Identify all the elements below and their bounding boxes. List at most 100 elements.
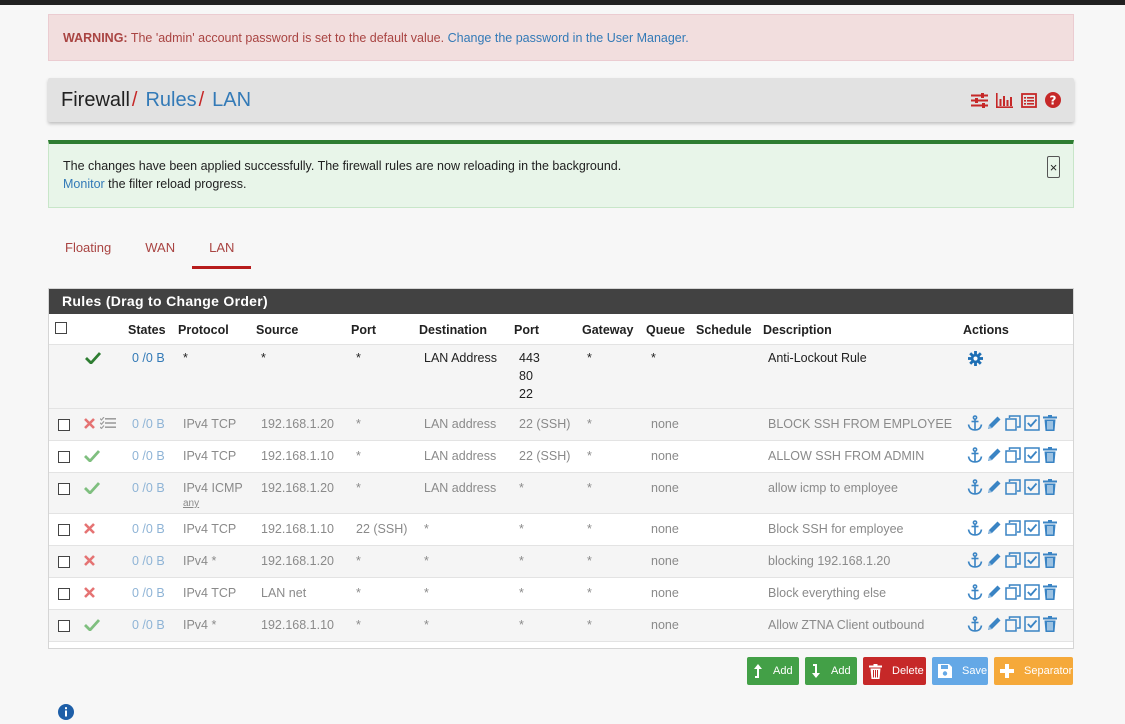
toggle-check-icon[interactable] [1024, 447, 1040, 463]
svg-text:?: ? [1050, 93, 1057, 107]
rule-select-checkbox[interactable] [58, 620, 70, 632]
anchor-icon[interactable] [967, 520, 983, 536]
rule-destination: * [424, 618, 429, 632]
copy-icon[interactable] [1005, 616, 1021, 632]
delete-rules-button[interactable]: Delete [863, 657, 926, 685]
col-source: Source [256, 323, 299, 337]
pencil-icon[interactable] [986, 616, 1002, 632]
toggle-check-icon[interactable] [1024, 520, 1040, 536]
rule-states-link[interactable]: 0 /0 B [132, 449, 165, 463]
rule-dest-port: 80 [519, 369, 533, 383]
trash-icon[interactable] [1043, 520, 1057, 536]
copy-icon[interactable] [1005, 584, 1021, 600]
close-alert-button[interactable]: × [1047, 156, 1060, 178]
breadcrumb-rules-link[interactable]: Rules [145, 89, 196, 112]
anchor-icon[interactable] [967, 415, 983, 431]
rule-select-checkbox[interactable] [58, 483, 70, 495]
arrow-down-icon [811, 663, 821, 679]
tab-floating[interactable]: Floating [48, 230, 128, 269]
rule-select-checkbox[interactable] [58, 524, 70, 536]
rule-select-checkbox[interactable] [58, 588, 70, 600]
toggle-check-icon[interactable] [1024, 479, 1040, 495]
gear-icon[interactable] [968, 351, 983, 369]
anchor-icon[interactable] [967, 552, 983, 568]
help-icon[interactable]: ? [1045, 92, 1061, 108]
rule-gateway: * [587, 351, 592, 365]
change-password-link[interactable]: Change the password in the User Manager. [448, 31, 689, 45]
rule-source-port: * [356, 586, 361, 600]
table-row[interactable]: 0 /0 B IPv4 * 192.168.1.10 * * * * none Allow ZT… [49, 610, 1073, 642]
rule-states-link[interactable]: 0 /0 B [132, 481, 165, 495]
rule-states-link[interactable]: 0 /0 B [132, 417, 165, 431]
anchor-icon[interactable] [967, 447, 983, 463]
tab-wan[interactable]: WAN [128, 230, 192, 269]
add-rule-top-button[interactable]: Add [747, 657, 799, 685]
rule-states-link[interactable]: 0 /0 B [132, 522, 165, 536]
toggle-check-icon[interactable] [1024, 415, 1040, 431]
col-source-port: Port [351, 323, 376, 337]
pencil-icon[interactable] [986, 552, 1002, 568]
rule-states-link[interactable]: 0 /0 B [132, 586, 165, 600]
add-rule-bottom-button[interactable]: Add [805, 657, 857, 685]
info-icon[interactable] [58, 704, 74, 723]
select-all-checkbox[interactable] [55, 322, 67, 334]
trash-icon[interactable] [1043, 616, 1057, 632]
rule-gateway: * [587, 618, 592, 632]
table-row[interactable]: 0 /0 B IPv4 TCP 192.168.1.10 22 (SSH) * * * non… [49, 514, 1073, 546]
pencil-icon[interactable] [986, 415, 1002, 431]
rule-gateway: * [587, 481, 592, 495]
copy-icon[interactable] [1005, 447, 1021, 463]
table-row[interactable]: 0 /0 B IPv4 TCP 192.168.1.20 * LAN address 22… [49, 409, 1073, 441]
pass-check-icon [85, 352, 102, 367]
copy-icon[interactable] [1005, 479, 1021, 495]
rule-select-checkbox[interactable] [58, 419, 70, 431]
save-button[interactable]: Save [932, 657, 988, 685]
table-row[interactable]: 0 /0 B IPv4 TCP LAN net * * * * none Block every… [49, 578, 1073, 610]
rule-queue: none [651, 618, 679, 632]
trash-icon[interactable] [1043, 415, 1057, 431]
rule-description: ALLOW SSH FROM ADMIN [768, 449, 925, 463]
toggle-check-icon[interactable] [1024, 584, 1040, 600]
pencil-icon[interactable] [986, 520, 1002, 536]
rule-protocol: IPv4 * [183, 554, 217, 568]
add-separator-button[interactable]: Separator [994, 657, 1073, 685]
pencil-icon[interactable] [986, 584, 1002, 600]
rule-states-link[interactable]: 0 /0 B [132, 351, 165, 365]
sliders-icon[interactable] [971, 92, 988, 108]
rule-select-checkbox[interactable] [58, 556, 70, 568]
breadcrumb-lan-link[interactable]: LAN [212, 89, 251, 112]
copy-icon[interactable] [1005, 520, 1021, 536]
table-row[interactable]: 0 /0 B IPv4 * 192.168.1.20 * * * * none blocking… [49, 546, 1073, 578]
trash-icon[interactable] [1043, 479, 1057, 495]
table-row[interactable]: 0 /0 B * * * LAN Address 443 80 22 * * Anti-Lockou… [49, 345, 1073, 409]
rule-dest-port: 22 (SSH) [519, 449, 571, 463]
rule-actions [967, 552, 1057, 568]
trash-icon[interactable] [1043, 552, 1057, 568]
pencil-icon[interactable] [986, 479, 1002, 495]
success-message: The changes have been applied successful… [63, 159, 622, 173]
rule-select-checkbox[interactable] [58, 451, 70, 463]
rule-dest-port: * [519, 586, 524, 600]
table-row[interactable]: 0 /0 B IPv4 TCP 192.168.1.10 * LAN address 22… [49, 441, 1073, 473]
rule-queue: none [651, 481, 679, 495]
anchor-icon[interactable] [967, 616, 983, 632]
trash-icon[interactable] [1043, 447, 1057, 463]
tab-lan[interactable]: LAN [192, 230, 252, 269]
anchor-icon[interactable] [967, 584, 983, 600]
trash-icon[interactable] [1043, 584, 1057, 600]
anchor-icon[interactable] [967, 479, 983, 495]
bar-chart-icon[interactable] [996, 92, 1013, 108]
delete-label: Delete [892, 665, 924, 677]
table-row[interactable]: 0 /0 B IPv4 ICMP any 192.168.1.20 * LAN addre… [49, 473, 1073, 514]
toggle-check-icon[interactable] [1024, 616, 1040, 632]
copy-icon[interactable] [1005, 415, 1021, 431]
rule-states-link[interactable]: 0 /0 B [132, 618, 165, 632]
list-icon[interactable] [1021, 92, 1037, 108]
copy-icon[interactable] [1005, 552, 1021, 568]
panel-title: Rules (Drag to Change Order) [49, 289, 1073, 314]
rule-states-link[interactable]: 0 /0 B [132, 554, 165, 568]
pencil-icon[interactable] [986, 447, 1002, 463]
toggle-check-icon[interactable] [1024, 552, 1040, 568]
rule-description: Block SSH for employee [768, 522, 904, 536]
monitor-link[interactable]: Monitor [63, 177, 105, 191]
